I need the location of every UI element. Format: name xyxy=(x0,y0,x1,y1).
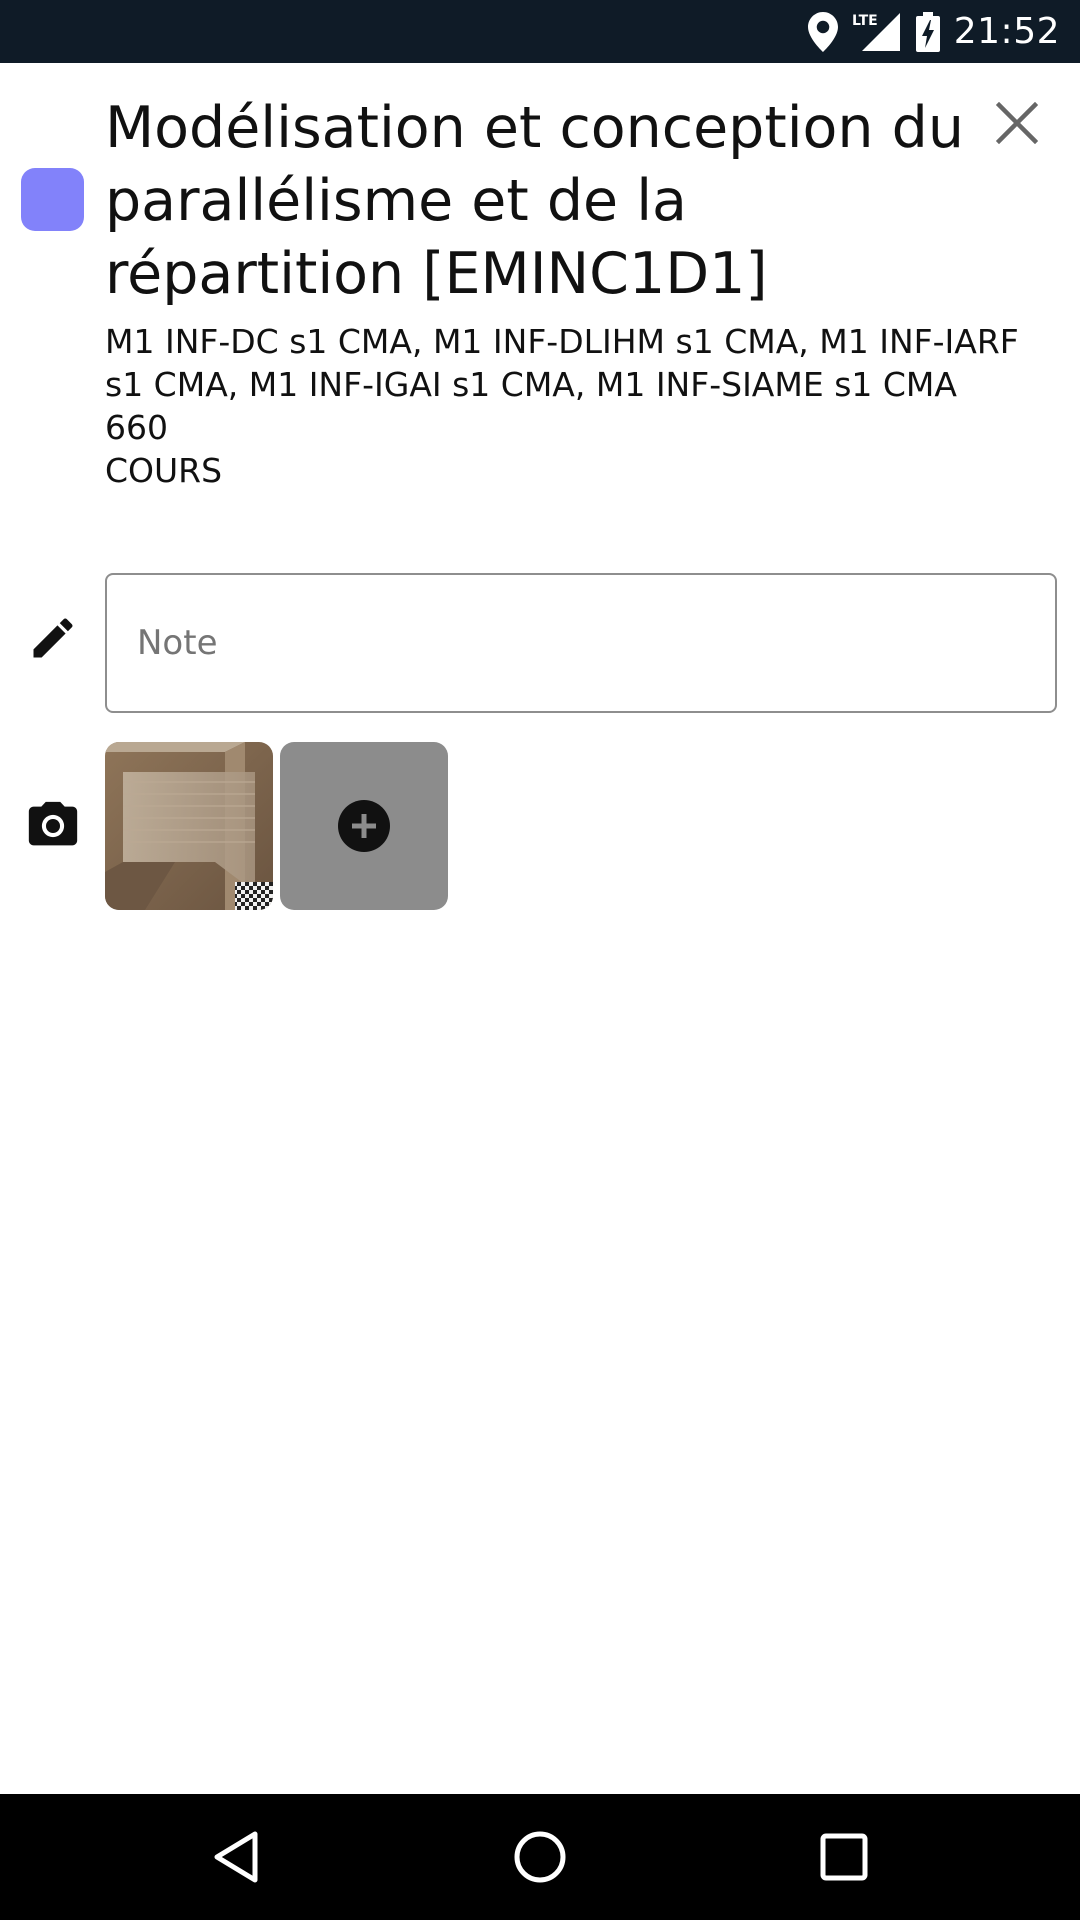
close-icon xyxy=(996,102,1038,144)
location-icon xyxy=(807,11,838,52)
home-button[interactable] xyxy=(510,1827,570,1887)
event-type: COURS xyxy=(105,451,223,490)
recents-icon xyxy=(820,1833,868,1881)
add-circle-icon xyxy=(338,800,390,852)
photo-thumbnail[interactable] xyxy=(105,742,273,910)
signal-icon: LTE xyxy=(852,12,900,51)
back-button[interactable] xyxy=(206,1827,266,1887)
event-detail-screen: LTE 21:52 Modélisation et conception du … xyxy=(0,0,1080,1920)
event-room: 660 xyxy=(105,408,168,447)
battery-charging-icon xyxy=(915,11,940,52)
event-color-chip xyxy=(21,168,84,231)
status-bar: LTE 21:52 xyxy=(0,0,1080,63)
note-input[interactable] xyxy=(105,573,1057,713)
network-type-label: LTE xyxy=(852,13,878,29)
close-button[interactable] xyxy=(990,96,1044,150)
event-title: Modélisation et conception du parallélis… xyxy=(105,95,964,307)
add-photo-button[interactable] xyxy=(280,742,448,910)
recents-button[interactable] xyxy=(814,1827,874,1887)
status-icons: LTE 21:52 xyxy=(794,0,1060,63)
photo-image xyxy=(105,742,273,910)
event-details: M1 INF-DC s1 CMA, M1 INF-DLIHM s1 CMA, M… xyxy=(105,320,1035,492)
navigation-bar xyxy=(0,1794,1080,1920)
back-icon xyxy=(214,1831,258,1883)
event-groups: M1 INF-DC s1 CMA, M1 INF-DLIHM s1 CMA, M… xyxy=(105,322,1019,404)
pencil-icon xyxy=(33,618,73,658)
status-time: 21:52 xyxy=(953,11,1060,52)
camera-icon xyxy=(28,801,78,846)
home-icon xyxy=(514,1831,566,1883)
